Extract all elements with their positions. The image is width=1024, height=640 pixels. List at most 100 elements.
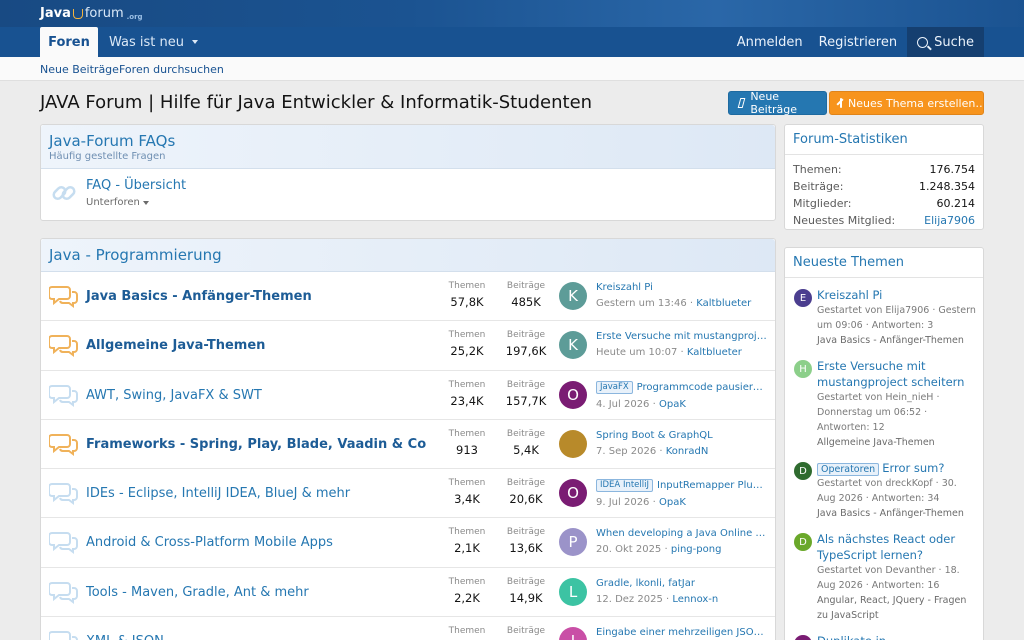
last-post-date[interactable]: Heute um 10:07 [596, 347, 677, 358]
forum-node-title[interactable]: XML & JSON [86, 634, 164, 640]
latest-thread-forum[interactable]: Angular, React, JQuery - Fragen zu JavaS… [817, 593, 977, 623]
forum-node-title[interactable]: Frameworks - Spring, Play, Blade, Vaadin… [86, 437, 426, 452]
last-post-user[interactable]: OpaK [659, 497, 686, 508]
thread-prefix-badge[interactable]: IDEA IntelliJ [596, 479, 653, 493]
avatar[interactable]: O [559, 479, 587, 508]
last-post-user[interactable]: Lennox-n [672, 594, 718, 605]
last-post-title[interactable]: Kreiszahl Pi [596, 282, 653, 293]
posts-count: Beiträge 13,6K [496, 527, 556, 555]
site-logo[interactable]: Java forum .org [40, 6, 143, 21]
statistic-value[interactable]: Elija7906 [924, 212, 975, 229]
chevron-down-icon[interactable] [192, 40, 198, 44]
forum-node-title[interactable]: AWT, Swing, JavaFX & SWT [86, 388, 262, 403]
avatar[interactable]: D [794, 462, 812, 480]
forum-statistics-widget: Forum-Statistiken Themen: 176.754 Beiträge… [784, 124, 984, 230]
last-post-date[interactable]: 20. Okt 2025 [596, 544, 661, 555]
last-post-user[interactable]: KonradN [666, 446, 709, 457]
avatar[interactable]: D [794, 533, 812, 551]
avatar[interactable]: O [559, 380, 587, 409]
last-post-date[interactable]: 9. Jul 2026 [596, 497, 649, 508]
latest-thread-meta: Gestartet von Elija7906 · Gestern um 09:… [817, 305, 976, 331]
forum-node: AWT, Swing, JavaFX & SWT Themen 23,4K Beitr… [41, 371, 775, 420]
last-post-title[interactable]: Spring Boot & GraphQL [596, 430, 713, 441]
last-post-user[interactable]: Kaltblueter [687, 347, 742, 358]
avatar[interactable] [559, 429, 587, 458]
chat-bubbles-icon [49, 581, 78, 604]
last-post: IDEA IntelliJ InputRemapper Plugin 9. Jul … [596, 479, 768, 508]
latest-thread-title[interactable]: Erste Versuche mit mustangproject scheit… [817, 359, 964, 389]
threads-count: Themen 57,8K [437, 281, 497, 309]
last-post-title[interactable]: Gradle, lkonli, fatJar [596, 578, 695, 589]
avatar[interactable]: I [559, 627, 587, 640]
forum-node: Allgemeine Java-Themen Themen 25,2K Beiträg… [41, 321, 775, 371]
java-category: Java - Programmierung Java Basics - Anfä… [40, 238, 776, 640]
faq-category-title[interactable]: Java-Forum FAQs [49, 132, 767, 150]
new-posts-link[interactable]: Neue Beiträge [40, 63, 119, 76]
login-link[interactable]: Anmelden [729, 27, 811, 57]
last-post-user[interactable]: Kaltblueter [696, 298, 751, 309]
latest-thread-title-row: Erste Versuche mit mustangproject scheit… [817, 358, 977, 390]
last-post-meta: 7. Sep 2026 · KonradN [596, 445, 709, 457]
search-button[interactable]: Suche [907, 27, 984, 57]
last-post-date[interactable]: 12. Dez 2025 [596, 594, 663, 605]
avatar[interactable]: L [559, 577, 587, 606]
coffee-cup-icon [72, 8, 83, 19]
forum-node-faq-title[interactable]: FAQ - Übersicht [86, 178, 186, 193]
last-post-title[interactable]: Eingabe einer mehrzeiligen JSON-Datei [596, 627, 768, 638]
posts-label: Beiträge [506, 576, 546, 587]
thread-prefix-badge[interactable]: Operatoren [817, 463, 880, 476]
forum-node-title[interactable]: IDEs - Eclipse, IntelliJ IDEA, BlueJ & m… [86, 486, 350, 501]
last-post-user[interactable]: OpaK [659, 399, 686, 410]
statistic-label: Beiträge: [793, 180, 844, 193]
subforums-toggle[interactable]: Unterforen [86, 197, 149, 208]
avatar[interactable]: O [794, 635, 812, 640]
latest-thread-title[interactable]: Error sum? [882, 461, 944, 475]
new-posts-button[interactable]: Neue Beiträge [728, 90, 827, 116]
last-post-title[interactable]: When developing a Java Online Mobile App [596, 528, 768, 539]
posts-value: 485K [511, 295, 541, 309]
avatar[interactable]: K [559, 282, 587, 310]
forum-node-title[interactable]: Tools - Maven, Gradle, Ant & mehr [86, 585, 309, 600]
avatar[interactable]: P [559, 528, 587, 557]
last-post-date[interactable]: 7. Sep 2026 [596, 446, 656, 457]
threads-count: Themen 25,2K [437, 330, 497, 358]
java-category-title[interactable]: Java - Programmierung [49, 246, 767, 264]
search-icon [917, 36, 929, 48]
latest-thread-title-row: Operatoren Error sum? [817, 460, 977, 476]
latest-thread-forum[interactable]: Allgemeine Java-Themen [817, 435, 977, 450]
thread-prefix-badge[interactable]: JavaFX [596, 380, 633, 394]
latest-thread-title[interactable]: Als nächstes React oder TypeScript lerne… [817, 532, 955, 562]
forum-node-title[interactable]: Java Basics - Anfänger-Themen [86, 289, 312, 304]
posts-label: Beiträge [506, 626, 546, 637]
register-link[interactable]: Registrieren [811, 27, 905, 57]
forum-node-title[interactable]: Allgemeine Java-Themen [86, 338, 265, 353]
bolt-icon [737, 98, 746, 108]
last-post-title[interactable]: Programmcode pausieren lassen [637, 382, 768, 393]
latest-thread-forum[interactable]: Java Basics - Anfänger-Themen [817, 506, 977, 521]
latest-thread-title-row: Als nächstes React oder TypeScript lerne… [817, 531, 977, 563]
search-forums-link[interactable]: Foren durchsuchen [119, 63, 224, 76]
tab-was-ist-neu[interactable]: Was ist neu [109, 27, 198, 57]
new-posts-button-label: Neue Beiträge [750, 90, 798, 116]
latest-thread-title[interactable]: Duplikate in Funktionsbildmenge [817, 634, 933, 640]
last-post-user[interactable]: ping-pong [671, 544, 722, 555]
threads-label: Themen [448, 576, 486, 587]
forum-node-title[interactable]: Android & Cross-Platform Mobile Apps [86, 535, 333, 550]
logo-org: .org [126, 12, 143, 21]
threads-label: Themen [448, 379, 486, 390]
last-post-title[interactable]: Erste Versuche mit mustangproject scheit… [596, 331, 768, 342]
threads-label: Themen [448, 330, 486, 341]
posts-count: Beiträge [496, 626, 556, 640]
last-post-date[interactable]: Gestern um 13:46 [596, 298, 687, 309]
last-post-date[interactable]: 4. Jul 2026 [596, 399, 649, 410]
posts-count: Beiträge 197,6K [496, 330, 556, 358]
new-thread-button[interactable]: Neues Thema erstellen… [829, 91, 984, 115]
latest-thread-forum[interactable]: Java Basics - Anfänger-Themen [817, 333, 977, 348]
latest-thread-title[interactable]: Kreiszahl Pi [817, 288, 882, 302]
avatar[interactable]: E [794, 289, 812, 307]
avatar[interactable]: K [559, 331, 587, 360]
threads-count: Themen 2,2K [437, 577, 497, 605]
avatar[interactable]: H [794, 360, 812, 378]
tab-foren[interactable]: Foren [40, 27, 98, 57]
last-post-title[interactable]: InputRemapper Plugin [657, 480, 768, 491]
